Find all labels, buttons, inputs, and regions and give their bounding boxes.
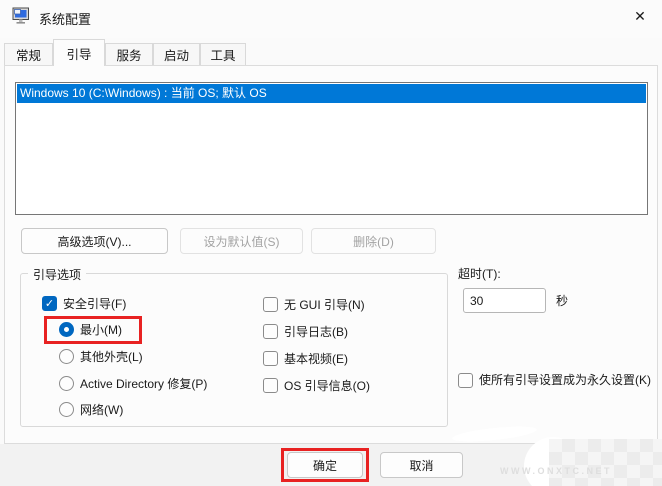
radio-ad-repair[interactable] — [59, 376, 74, 391]
boot-log-label[interactable]: 引导日志(B) — [284, 325, 348, 340]
set-as-default-button[interactable]: 设为默认值(S) — [180, 228, 303, 254]
cancel-button[interactable]: 取消 — [380, 452, 463, 478]
tab-startup[interactable]: 启动 — [153, 43, 200, 65]
boot-log-checkbox[interactable] — [263, 324, 278, 339]
delete-button[interactable]: 删除(D) — [311, 228, 436, 254]
radio-alternate-shell-label[interactable]: 其他外壳(L) — [80, 350, 143, 365]
radio-minimal[interactable] — [59, 322, 74, 337]
titlebar: 系统配置 ✕ — [0, 0, 662, 38]
check-icon: ✓ — [45, 298, 54, 310]
tab-label: 工具 — [210, 45, 235, 64]
advanced-options-button[interactable]: 高级选项(V)... — [21, 228, 168, 254]
base-video-checkbox[interactable] — [263, 351, 278, 366]
base-video-label[interactable]: 基本视频(E) — [284, 352, 348, 367]
tab-services[interactable]: 服务 — [105, 43, 153, 65]
radio-ad-repair-label[interactable]: Active Directory 修复(P) — [80, 377, 207, 392]
no-gui-boot-checkbox[interactable] — [263, 297, 278, 312]
radio-minimal-label[interactable]: 最小(M) — [80, 323, 122, 338]
boot-options-group-label: 引导选项 — [28, 266, 86, 283]
tab-boot[interactable]: 引导 — [53, 39, 105, 66]
close-icon: ✕ — [634, 8, 646, 25]
boot-tab-panel: Windows 10 (C:\Windows) : 当前 OS; 默认 OS 高… — [4, 65, 658, 444]
tab-tools[interactable]: 工具 — [200, 43, 246, 65]
watermark-text: WWW.ONXTC.NET — [500, 466, 662, 476]
boot-entry-row[interactable]: Windows 10 (C:\Windows) : 当前 OS; 默认 OS — [17, 84, 646, 103]
tab-general[interactable]: 常规 — [4, 43, 53, 65]
timeout-unit-label: 秒 — [556, 294, 568, 309]
make-permanent-checkbox[interactable] — [458, 373, 473, 388]
radio-alternate-shell[interactable] — [59, 349, 74, 364]
safe-boot-checkbox[interactable]: ✓ — [42, 296, 57, 311]
tab-label: 服务 — [116, 45, 141, 64]
close-button[interactable]: ✕ — [624, 2, 656, 30]
tab-label: 引导 — [66, 44, 91, 63]
os-boot-info-checkbox[interactable] — [263, 378, 278, 393]
system-configuration-dialog: 系统配置 ✕ 常规 引导 服务 启动 工具 Windows 10 (C:\Win… — [0, 0, 662, 486]
radio-network[interactable] — [59, 402, 74, 417]
os-boot-info-label[interactable]: OS 引导信息(O) — [284, 379, 370, 394]
pixelated-mosaic-overlay — [549, 439, 662, 486]
safe-boot-label[interactable]: 安全引导(F) — [63, 297, 126, 312]
tab-label: 常规 — [16, 45, 41, 64]
msconfig-app-icon — [12, 7, 31, 25]
no-gui-boot-label[interactable]: 无 GUI 引导(N) — [284, 298, 365, 313]
boot-entries-listbox[interactable]: Windows 10 (C:\Windows) : 当前 OS; 默认 OS — [15, 82, 648, 215]
timeout-label: 超时(T): — [458, 267, 501, 282]
tab-label: 启动 — [164, 45, 189, 64]
make-permanent-label[interactable]: 使所有引导设置成为永久设置(K) — [479, 372, 655, 388]
radio-network-label[interactable]: 网络(W) — [80, 403, 123, 418]
timeout-input[interactable] — [463, 288, 546, 313]
ok-button[interactable]: 确定 — [287, 452, 363, 478]
window-title: 系统配置 — [39, 9, 91, 28]
